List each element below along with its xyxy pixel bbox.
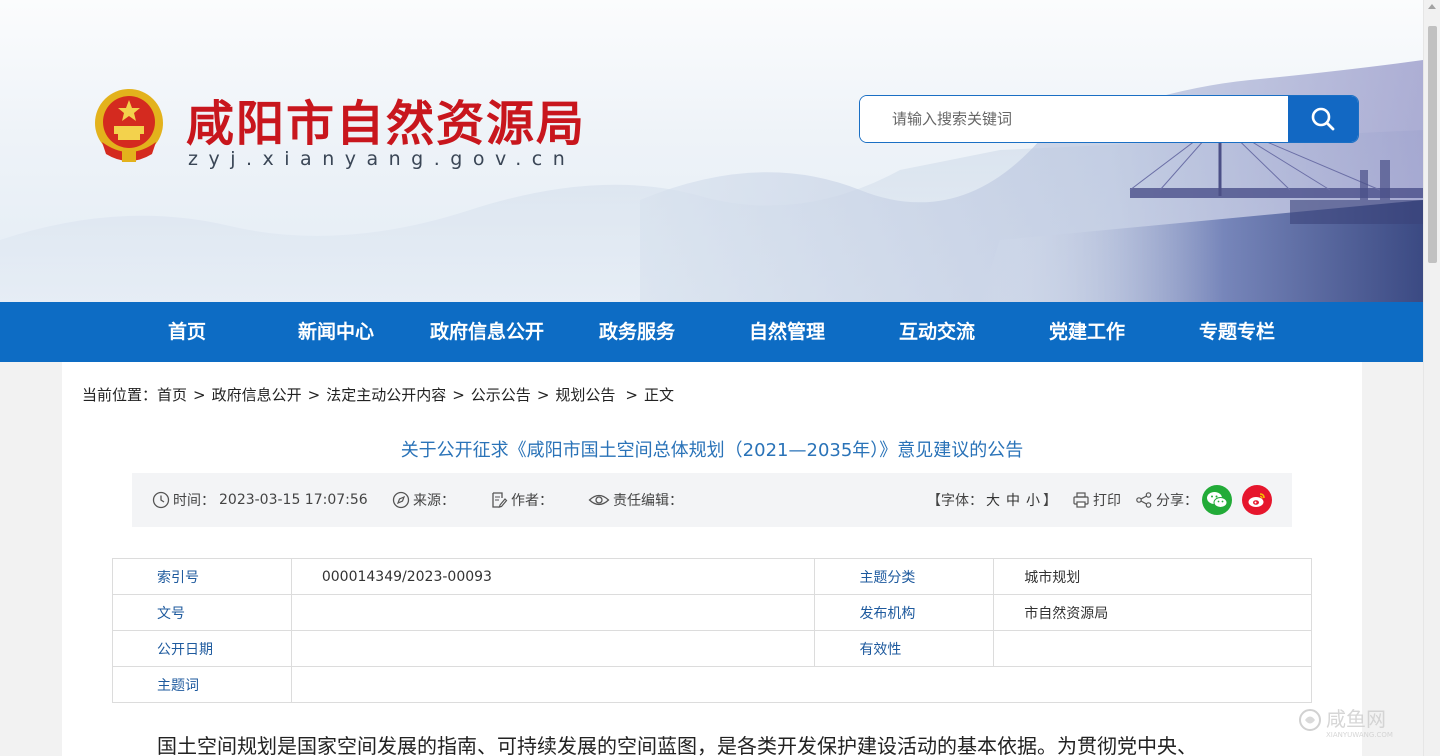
info-value-publisher: 市自然资源局 [993, 594, 1312, 631]
search-icon [1311, 107, 1335, 131]
info-value-validity [993, 630, 1312, 667]
main-content: 当前位置：首页 > 政府信息公开 > 法定主动公开内容 > 公示公告 > 规划公告 > 正文 关于公… [62, 362, 1362, 756]
meta-author: 作者： [490, 473, 553, 527]
share-label-group: 分享： [1135, 473, 1198, 527]
nav-item-services[interactable]: 政务服务 [599, 302, 675, 362]
breadcrumb-current: 正文 [643, 386, 674, 404]
article-meta-bar: 时间： 2023-03-15 17:07:56 来源： 作者： 责任编辑： 【字… [132, 473, 1292, 527]
nav-item-party[interactable]: 党建工作 [1049, 302, 1125, 362]
nav-item-topics[interactable]: 专题专栏 [1199, 302, 1275, 362]
breadcrumb-separator: > [452, 386, 465, 404]
meta-editor-label: 责任编辑： [613, 493, 683, 509]
nav-item-nature[interactable]: 自然管理 [749, 302, 825, 362]
info-key-validity: 有效性 [814, 630, 995, 667]
info-key-index: 索引号 [112, 558, 292, 595]
nav-item-news[interactable]: 新闻中心 [298, 302, 374, 362]
wechat-icon [1207, 492, 1228, 508]
main-nav: 首页 新闻中心 政府信息公开 政务服务 自然管理 互动交流 党建工作 专题专栏 [0, 302, 1423, 362]
font-size-large[interactable]: 大 [986, 490, 1000, 510]
table-row: 公开日期 有效性 [112, 630, 1312, 667]
page-scrollbar[interactable] [1423, 0, 1440, 756]
print-button[interactable]: 打印 [1072, 473, 1121, 527]
scrollbar-thumb[interactable] [1428, 26, 1437, 263]
info-key-docno: 文号 [112, 594, 292, 631]
info-key-topic: 主题分类 [814, 558, 995, 595]
breadcrumb-link-gov-info[interactable]: 政府信息公开 [212, 386, 302, 404]
scroll-up-arrow-icon[interactable] [1428, 4, 1436, 9]
font-size-suffix: 】 [1043, 493, 1057, 509]
meta-source: 来源： [392, 473, 455, 527]
watermark-text: 咸鱼网 [1326, 707, 1386, 731]
table-row: 主题词 [112, 666, 1313, 703]
font-size-small[interactable]: 小 [1026, 490, 1040, 510]
national-emblem-logo [95, 89, 163, 162]
share-wechat-button[interactable] [1202, 485, 1232, 515]
article-body-paragraph: 国土空间规划是国家空间发展的指南、可持续发展的空间蓝图，是各类开发保护建设活动的… [157, 734, 1197, 756]
search-box [859, 95, 1359, 143]
breadcrumb-separator: > [625, 386, 638, 404]
font-size-medium[interactable]: 中 [1006, 490, 1020, 510]
watermark-logo: 咸鱼网 XIANYUWANG.COM [1299, 707, 1393, 739]
breadcrumb: 当前位置：首页 > 政府信息公开 > 法定主动公开内容 > 公示公告 > 规划公告 > 正文 [82, 384, 674, 405]
meta-time-label: 时间： [173, 493, 215, 509]
printer-icon [1073, 492, 1089, 508]
breadcrumb-link-planning[interactable]: 规划公告 [555, 386, 615, 404]
breadcrumb-prefix: 当前位置： [82, 386, 158, 404]
meta-author-label: 作者： [511, 493, 553, 509]
weibo-icon [1248, 493, 1265, 507]
meta-time-value: 2023-03-15 17:07:56 [219, 492, 368, 508]
info-value-keywords [290, 666, 1313, 703]
meta-editor: 责任编辑： [588, 473, 683, 527]
breadcrumb-link-announcements[interactable]: 公示公告 [471, 386, 531, 404]
share-icon [1136, 492, 1152, 508]
breadcrumb-separator: > [307, 386, 321, 404]
info-key-publisher: 发布机构 [814, 594, 995, 631]
breadcrumb-link-statutory[interactable]: 法定主动公开内容 [326, 386, 446, 404]
site-domain: zyj.xianyang.gov.cn [188, 148, 576, 170]
info-key-date: 公开日期 [112, 630, 292, 667]
info-value-topic: 城市规划 [993, 558, 1312, 595]
article-title: 关于公开征求《咸阳市国土空间总体规划（2021—2035年）》意见建议的公告 [400, 440, 1024, 461]
watermark-subtext: XIANYUWANG.COM [1326, 731, 1393, 739]
clock-icon [152, 491, 170, 509]
info-value-index: 000014349/2023-00093 [290, 558, 816, 595]
search-button[interactable] [1288, 96, 1358, 142]
font-size-prefix: 【字体： [927, 493, 983, 509]
font-size-control: 【字体： 大 中 小 】 [927, 473, 1057, 527]
print-label: 打印 [1093, 493, 1121, 509]
meta-source-label: 来源： [413, 493, 455, 509]
share-label: 分享： [1156, 493, 1198, 509]
edit-document-icon [492, 492, 508, 508]
article-info-table: 索引号 000014349/2023-00093 主题分类 城市规划 文号 发布… [112, 558, 1313, 703]
breadcrumb-link-home[interactable]: 首页 [157, 386, 187, 404]
breadcrumb-separator: > [536, 386, 550, 404]
table-row: 索引号 000014349/2023-00093 主题分类 城市规划 [112, 558, 1312, 595]
eye-icon [588, 494, 610, 506]
share-weibo-button[interactable] [1242, 485, 1272, 515]
info-key-keywords: 主题词 [112, 666, 292, 703]
compass-icon [392, 491, 410, 509]
breadcrumb-separator: > [193, 386, 206, 404]
nav-item-interaction[interactable]: 互动交流 [899, 302, 975, 362]
header-banner: 咸阳市自然资源局 zyj.xianyang.gov.cn [0, 0, 1423, 302]
meta-time: 时间： 2023-03-15 17:07:56 [152, 473, 368, 527]
table-row: 文号 发布机构 市自然资源局 [112, 594, 1312, 631]
nav-item-home[interactable]: 首页 [168, 302, 206, 362]
site-title[interactable]: 咸阳市自然资源局 [186, 84, 586, 154]
search-input[interactable] [860, 96, 1288, 142]
info-value-date [290, 630, 816, 667]
nav-item-gov-info[interactable]: 政府信息公开 [430, 302, 544, 362]
info-value-docno [290, 594, 816, 631]
